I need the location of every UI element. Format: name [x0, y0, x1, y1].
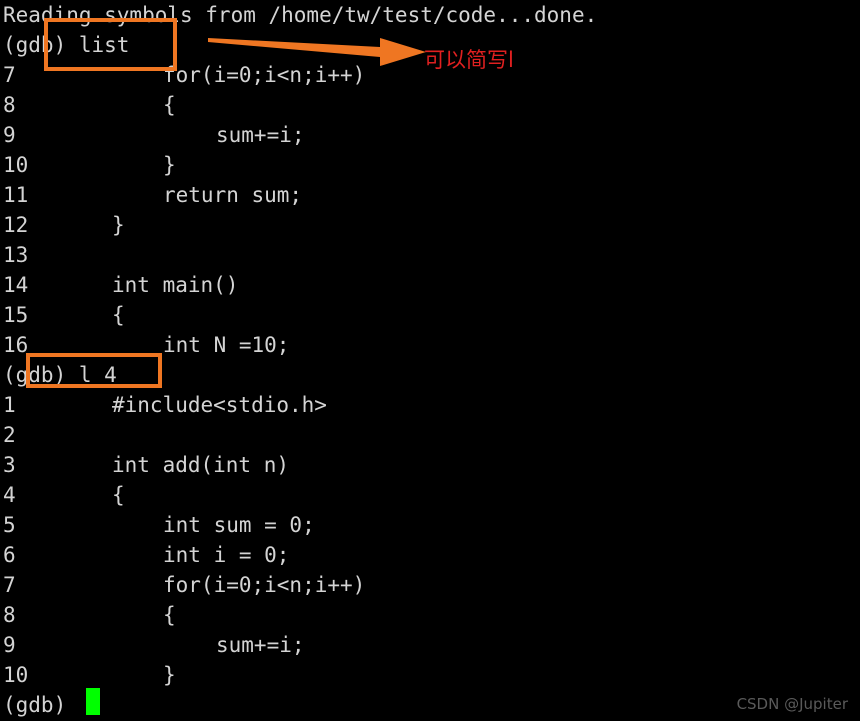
code-listing-row: 10 }: [0, 150, 176, 180]
code-listing-row: 7 for(i=0;i<n;i++): [0, 570, 365, 600]
line-code: return sum;: [163, 183, 303, 207]
line-number: 14: [3, 273, 29, 297]
line-code: }: [163, 153, 176, 177]
line-number: 2: [3, 423, 16, 447]
line-number: 12: [3, 213, 29, 237]
line-number: 11: [3, 183, 29, 207]
line-number: 6: [3, 543, 16, 567]
line-number: 13: [3, 243, 29, 267]
line-number: 16: [3, 333, 29, 357]
code-listing-row: 3 int add(int n): [0, 450, 289, 480]
line-number: 10: [3, 153, 29, 177]
watermark-text: CSDN @Jupiter: [736, 695, 848, 713]
line-number: 3: [3, 453, 16, 477]
code-listing-row: 9 sum+=i;: [0, 630, 305, 660]
line-code: int i = 0;: [163, 543, 290, 567]
code-listing-row: 9 sum+=i;: [0, 120, 305, 150]
line-code: {: [112, 483, 125, 507]
line-code: }: [163, 663, 176, 687]
code-listing-row: 12 }: [0, 210, 125, 240]
code-listing-row: 1 #include<stdio.h>: [0, 390, 327, 420]
line-number: 5: [3, 513, 16, 537]
line-number: 8: [3, 93, 16, 117]
code-listing-row: 6 int i = 0;: [0, 540, 289, 570]
line-code: int add(int n): [112, 453, 290, 477]
line-code: sum+=i;: [216, 123, 305, 147]
code-listing-row: 13: [0, 240, 76, 270]
annotation-box-l4-command: [26, 353, 162, 388]
line-code: {: [163, 93, 176, 117]
code-listing-row: 8 {: [0, 90, 176, 120]
code-listing-row: 5 int sum = 0;: [0, 510, 315, 540]
line-code: #include<stdio.h>: [112, 393, 327, 417]
line-code: int main(): [112, 273, 239, 297]
code-listing-row: 11 return sum;: [0, 180, 302, 210]
code-listing-row: 14 int main(): [0, 270, 238, 300]
annotation-note-text: 可以简写l: [424, 48, 514, 72]
line-number: 7: [3, 63, 16, 87]
line-number: 15: [3, 303, 29, 327]
line-code: int sum = 0;: [163, 513, 315, 537]
line-code: {: [112, 303, 125, 327]
line-code: }: [112, 213, 125, 237]
gdb-prompt-active[interactable]: (gdb): [3, 690, 79, 720]
code-listing-row: 2: [0, 420, 76, 450]
code-listing-row: 10 }: [0, 660, 176, 690]
line-number: 1: [3, 393, 16, 417]
line-number: 8: [3, 603, 16, 627]
line-number: 10: [3, 663, 29, 687]
line-code: {: [163, 603, 176, 627]
code-listing-row: 15 {: [0, 300, 125, 330]
code-listing-row: 4 {: [0, 480, 125, 510]
line-number: 9: [3, 633, 16, 657]
line-number: 4: [3, 483, 16, 507]
terminal-screenshot: Reading symbols from /home/tw/test/code.…: [0, 0, 860, 721]
line-code: sum+=i;: [216, 633, 305, 657]
line-number: 9: [3, 123, 16, 147]
line-code: int N =10;: [163, 333, 290, 357]
line-code: for(i=0;i<n;i++): [163, 573, 366, 597]
annotation-box-list-command: [44, 18, 177, 71]
line-number: 7: [3, 573, 16, 597]
terminal-cursor: [86, 688, 100, 715]
annotation-arrow-icon: [208, 38, 426, 66]
code-listing-row: 8 {: [0, 600, 176, 630]
